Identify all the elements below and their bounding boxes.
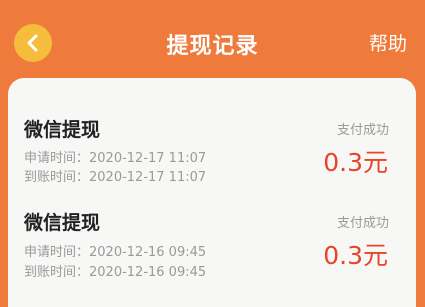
header-bar: 提现记录 帮助 <box>0 0 425 80</box>
record-item[interactable]: 微信提现 申请时间：2020-12-17 11:07 到账时间：2020-12-… <box>8 115 416 215</box>
arrive-time: 到账时间：2020-12-17 11:07 <box>24 170 207 185</box>
records-card: 微信提现 申请时间：2020-12-17 11:07 到账时间：2020-12-… <box>8 78 416 307</box>
record-title: 微信提现 <box>24 212 101 234</box>
amount-value: 0.3元 <box>323 148 388 177</box>
record-title: 微信提现 <box>24 119 101 141</box>
screen: 提现记录 帮助 微信提现 申请时间：2020-12-17 11:07 到账时间：… <box>0 0 425 307</box>
amount-value: 0.3元 <box>323 241 388 270</box>
help-link[interactable]: 帮助 <box>369 29 407 56</box>
apply-time: 申请时间：2020-12-17 11:07 <box>24 151 207 166</box>
apply-time: 申请时间：2020-12-16 09:45 <box>24 245 207 260</box>
status-text: 支付成功 <box>336 216 389 231</box>
arrive-time: 到账时间：2020-12-16 09:45 <box>24 265 207 280</box>
page-title: 提现记录 <box>166 34 259 59</box>
status-text: 支付成功 <box>336 123 389 138</box>
record-item[interactable]: 微信提现 申请时间：2020-12-16 09:45 到账时间：2020-12-… <box>8 208 416 307</box>
